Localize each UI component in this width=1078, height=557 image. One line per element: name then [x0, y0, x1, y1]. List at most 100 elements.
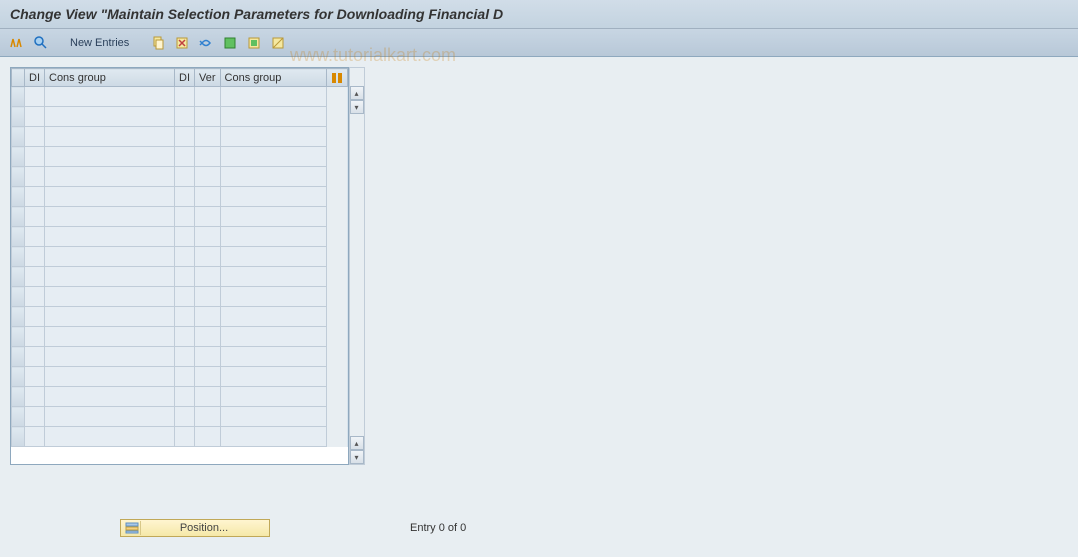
- table-cell[interactable]: [195, 247, 221, 267]
- table-cell[interactable]: [195, 167, 221, 187]
- table-cell[interactable]: [25, 287, 45, 307]
- table-cell[interactable]: [195, 427, 221, 447]
- table-cell[interactable]: [175, 387, 195, 407]
- table-cell[interactable]: [220, 267, 326, 287]
- col-header-di2[interactable]: DI: [175, 69, 195, 87]
- table-cell[interactable]: [45, 427, 175, 447]
- copy-icon[interactable]: [149, 34, 167, 52]
- table-cell[interactable]: [45, 227, 175, 247]
- table-cell[interactable]: [175, 307, 195, 327]
- col-header-di1[interactable]: DI: [25, 69, 45, 87]
- row-selector-header[interactable]: [12, 69, 25, 87]
- table-cell[interactable]: [25, 387, 45, 407]
- row-selector-cell[interactable]: [12, 207, 25, 227]
- row-selector-cell[interactable]: [12, 307, 25, 327]
- table-cell[interactable]: [175, 327, 195, 347]
- table-cell[interactable]: [195, 307, 221, 327]
- table-cell[interactable]: [45, 187, 175, 207]
- scroll-down-button-bottom[interactable]: ▾: [350, 450, 364, 464]
- position-button[interactable]: Position...: [120, 519, 270, 537]
- table-cell[interactable]: [220, 327, 326, 347]
- table-cell[interactable]: [25, 87, 45, 107]
- table-cell[interactable]: [25, 247, 45, 267]
- table-cell[interactable]: [220, 167, 326, 187]
- table-cell[interactable]: [195, 387, 221, 407]
- col-header-ver[interactable]: Ver: [195, 69, 221, 87]
- table-cell[interactable]: [175, 407, 195, 427]
- toggle-display-icon[interactable]: [8, 34, 26, 52]
- row-selector-cell[interactable]: [12, 407, 25, 427]
- table-cell[interactable]: [45, 407, 175, 427]
- table-cell[interactable]: [45, 287, 175, 307]
- table-cell[interactable]: [45, 367, 175, 387]
- table-cell[interactable]: [45, 147, 175, 167]
- row-selector-cell[interactable]: [12, 247, 25, 267]
- table-cell[interactable]: [220, 427, 326, 447]
- row-selector-cell[interactable]: [12, 427, 25, 447]
- table-cell[interactable]: [25, 127, 45, 147]
- row-selector-cell[interactable]: [12, 387, 25, 407]
- table-cell[interactable]: [175, 427, 195, 447]
- table-cell[interactable]: [45, 107, 175, 127]
- table-cell[interactable]: [220, 307, 326, 327]
- scroll-up-button[interactable]: ▴: [350, 86, 364, 100]
- table-cell[interactable]: [220, 127, 326, 147]
- table-cell[interactable]: [220, 207, 326, 227]
- table-cell[interactable]: [45, 167, 175, 187]
- table-cell[interactable]: [175, 367, 195, 387]
- table-cell[interactable]: [25, 347, 45, 367]
- row-selector-cell[interactable]: [12, 147, 25, 167]
- table-cell[interactable]: [45, 127, 175, 147]
- table-cell[interactable]: [45, 307, 175, 327]
- table-cell[interactable]: [45, 267, 175, 287]
- table-cell[interactable]: [25, 107, 45, 127]
- table-cell[interactable]: [25, 427, 45, 447]
- scroll-down-button[interactable]: ▾: [350, 100, 364, 114]
- table-cell[interactable]: [220, 287, 326, 307]
- row-selector-cell[interactable]: [12, 267, 25, 287]
- table-cell[interactable]: [25, 187, 45, 207]
- col-header-cons-group1[interactable]: Cons group: [45, 69, 175, 87]
- table-cell[interactable]: [175, 347, 195, 367]
- table-cell[interactable]: [195, 227, 221, 247]
- select-block-icon[interactable]: [245, 34, 263, 52]
- row-selector-cell[interactable]: [12, 127, 25, 147]
- table-cell[interactable]: [220, 407, 326, 427]
- table-cell[interactable]: [25, 327, 45, 347]
- table-cell[interactable]: [175, 267, 195, 287]
- table-config-icon[interactable]: [326, 69, 347, 87]
- table-cell[interactable]: [45, 327, 175, 347]
- table-cell[interactable]: [195, 267, 221, 287]
- scrollbar-track[interactable]: [350, 114, 364, 454]
- new-entries-button[interactable]: New Entries: [66, 37, 133, 49]
- row-selector-cell[interactable]: [12, 227, 25, 247]
- table-cell[interactable]: [220, 227, 326, 247]
- table-cell[interactable]: [220, 187, 326, 207]
- row-selector-cell[interactable]: [12, 107, 25, 127]
- table-cell[interactable]: [175, 107, 195, 127]
- row-selector-cell[interactable]: [12, 327, 25, 347]
- table-cell[interactable]: [175, 187, 195, 207]
- table-cell[interactable]: [45, 87, 175, 107]
- table-cell[interactable]: [220, 247, 326, 267]
- scroll-up-button-bottom[interactable]: ▴: [350, 436, 364, 450]
- col-header-cons-group2[interactable]: Cons group: [220, 69, 326, 87]
- row-selector-cell[interactable]: [12, 167, 25, 187]
- table-cell[interactable]: [195, 147, 221, 167]
- row-selector-cell[interactable]: [12, 87, 25, 107]
- table-cell[interactable]: [25, 407, 45, 427]
- table-cell[interactable]: [175, 207, 195, 227]
- table-cell[interactable]: [175, 167, 195, 187]
- table-cell[interactable]: [220, 87, 326, 107]
- table-cell[interactable]: [175, 87, 195, 107]
- table-cell[interactable]: [195, 327, 221, 347]
- table-cell[interactable]: [195, 127, 221, 147]
- table-cell[interactable]: [175, 127, 195, 147]
- table-cell[interactable]: [175, 227, 195, 247]
- table-cell[interactable]: [25, 227, 45, 247]
- table-cell[interactable]: [220, 347, 326, 367]
- row-selector-cell[interactable]: [12, 287, 25, 307]
- table-cell[interactable]: [45, 387, 175, 407]
- vertical-scrollbar[interactable]: ▴ ▾ ▴ ▾: [349, 67, 365, 465]
- delete-icon[interactable]: [173, 34, 191, 52]
